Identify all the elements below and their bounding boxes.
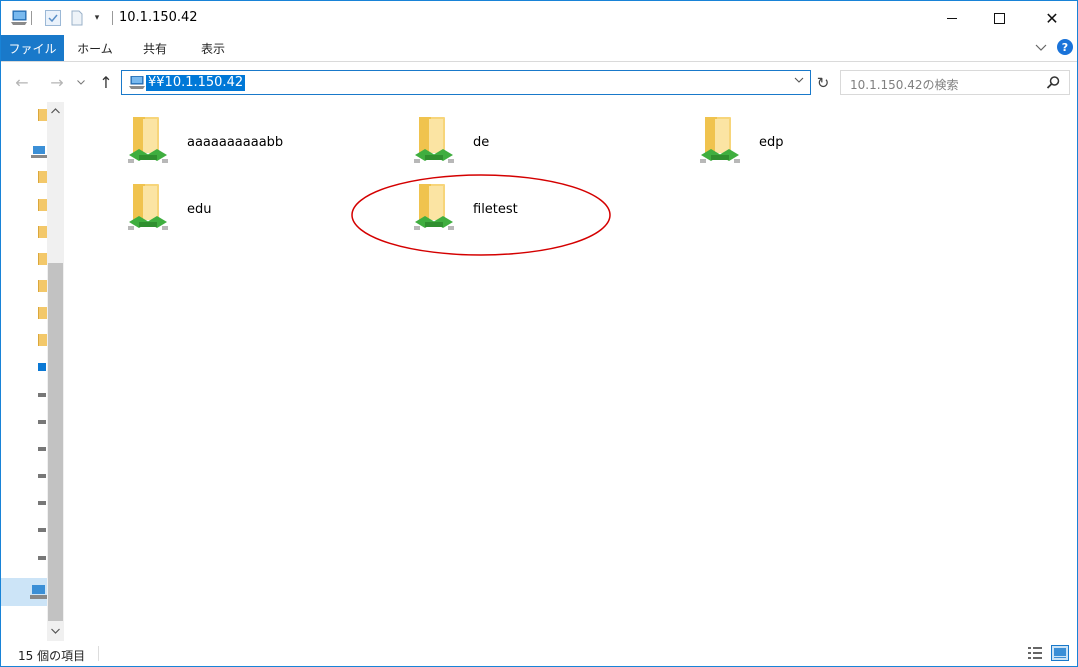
- window-title: 10.1.150.42: [119, 10, 198, 25]
- nav-folder-icon[interactable]: [38, 226, 47, 238]
- nav-windows-drive-icon[interactable]: [38, 361, 47, 373]
- new-folder-icon[interactable]: [71, 10, 83, 26]
- nav-folder-icon[interactable]: [38, 253, 47, 265]
- close-icon: ✕: [1045, 8, 1059, 28]
- back-button[interactable]: ←: [11, 72, 33, 92]
- item-count: 15 個の項目: [18, 649, 86, 663]
- minimize-icon: [947, 17, 957, 19]
- refresh-button[interactable]: ↻: [813, 72, 833, 94]
- customize-dropdown-icon[interactable]: ▾: [92, 10, 102, 26]
- item-label: de: [473, 135, 490, 150]
- network-share-folder-icon: [127, 115, 169, 169]
- expand-ribbon-chevron-icon[interactable]: [1035, 41, 1047, 55]
- nav-drive-icon[interactable]: [38, 524, 47, 536]
- navigation-bar: ← → ↑ ¥¥10.1.150.42 ↻ 10.1.150.42の検索: [1, 62, 1077, 102]
- computer-icon[interactable]: [10, 10, 28, 26]
- help-icon[interactable]: ?: [1057, 39, 1073, 55]
- nav-drive-icon[interactable]: [38, 470, 47, 482]
- search-box[interactable]: 10.1.150.42の検索: [840, 70, 1070, 95]
- nav-drive-icon[interactable]: [38, 389, 47, 401]
- nav-folder-icon[interactable]: [38, 280, 47, 292]
- recent-locations-chevron-icon[interactable]: [74, 72, 88, 92]
- nav-drive-icon[interactable]: [38, 416, 47, 428]
- status-separator: [98, 646, 99, 661]
- address-bar[interactable]: ¥¥10.1.150.42: [121, 70, 811, 95]
- search-placeholder: 10.1.150.42の検索: [850, 78, 959, 92]
- properties-check-icon[interactable]: [45, 10, 61, 26]
- search-icon[interactable]: [1045, 75, 1061, 91]
- scroll-up-icon[interactable]: [47, 102, 64, 119]
- large-icons-view-icon[interactable]: [1051, 645, 1069, 661]
- scroll-down-icon[interactable]: [47, 622, 64, 639]
- toolbar-separator: [112, 11, 113, 25]
- item-label: edp: [759, 135, 784, 150]
- scroll-thumb[interactable]: [48, 263, 63, 621]
- up-button[interactable]: ↑: [95, 72, 117, 92]
- nav-computer-icon[interactable]: [31, 146, 47, 158]
- network-computer-icon: [128, 75, 146, 90]
- tab-file[interactable]: ファイル: [1, 35, 64, 62]
- network-share-folder-icon: [413, 115, 455, 169]
- title-bar: ▾ 10.1.150.42 ✕: [1, 1, 1077, 35]
- tab-home[interactable]: ホーム: [71, 35, 119, 61]
- nav-folder-icon[interactable]: [38, 307, 47, 319]
- nav-folder-icon[interactable]: [38, 199, 47, 211]
- address-dropdown-icon[interactable]: [794, 75, 804, 86]
- share-item-edp[interactable]: edp: [699, 115, 969, 173]
- address-value[interactable]: ¥¥10.1.150.42: [146, 75, 246, 91]
- nav-drive-icon[interactable]: [38, 552, 47, 564]
- navigation-pane[interactable]: [1, 102, 47, 641]
- close-button[interactable]: ✕: [1029, 1, 1075, 35]
- status-bar: 15 個の項目: [1, 641, 1077, 666]
- details-view-icon[interactable]: [1027, 645, 1043, 661]
- toolbar-separator: [31, 11, 32, 25]
- nav-drive-icon[interactable]: [38, 443, 47, 455]
- share-item-de[interactable]: de: [413, 115, 683, 173]
- forward-button[interactable]: →: [46, 72, 68, 92]
- file-explorer-window: ▾ 10.1.150.42 ✕ ファイル ホーム 共有 表示 ? ← → ↑ ¥…: [0, 0, 1078, 667]
- nav-folder-icon[interactable]: [38, 171, 47, 183]
- item-label: edu: [187, 202, 212, 217]
- maximize-icon: [993, 12, 1005, 24]
- maximize-button[interactable]: [976, 1, 1022, 35]
- nav-folder-icon[interactable]: [38, 334, 47, 346]
- network-share-folder-icon: [699, 115, 741, 169]
- tab-share[interactable]: 共有: [132, 35, 178, 61]
- share-item-aaaaaaaaaabb[interactable]: aaaaaaaaaabb: [127, 115, 397, 173]
- nav-selected-network[interactable]: [1, 578, 47, 606]
- minimize-button[interactable]: [929, 1, 975, 35]
- tab-view[interactable]: 表示: [190, 35, 236, 61]
- nav-folder-icon[interactable]: [38, 109, 47, 121]
- item-label: aaaaaaaaaabb: [187, 135, 284, 150]
- network-share-folder-icon: [127, 182, 169, 236]
- ribbon-tabs: ファイル ホーム 共有 表示 ?: [1, 35, 1077, 62]
- nav-pane-scrollbar[interactable]: [47, 102, 64, 641]
- nav-drive-icon[interactable]: [38, 497, 47, 509]
- network-icon: [29, 584, 47, 603]
- highlight-annotation-ellipse: [350, 173, 612, 257]
